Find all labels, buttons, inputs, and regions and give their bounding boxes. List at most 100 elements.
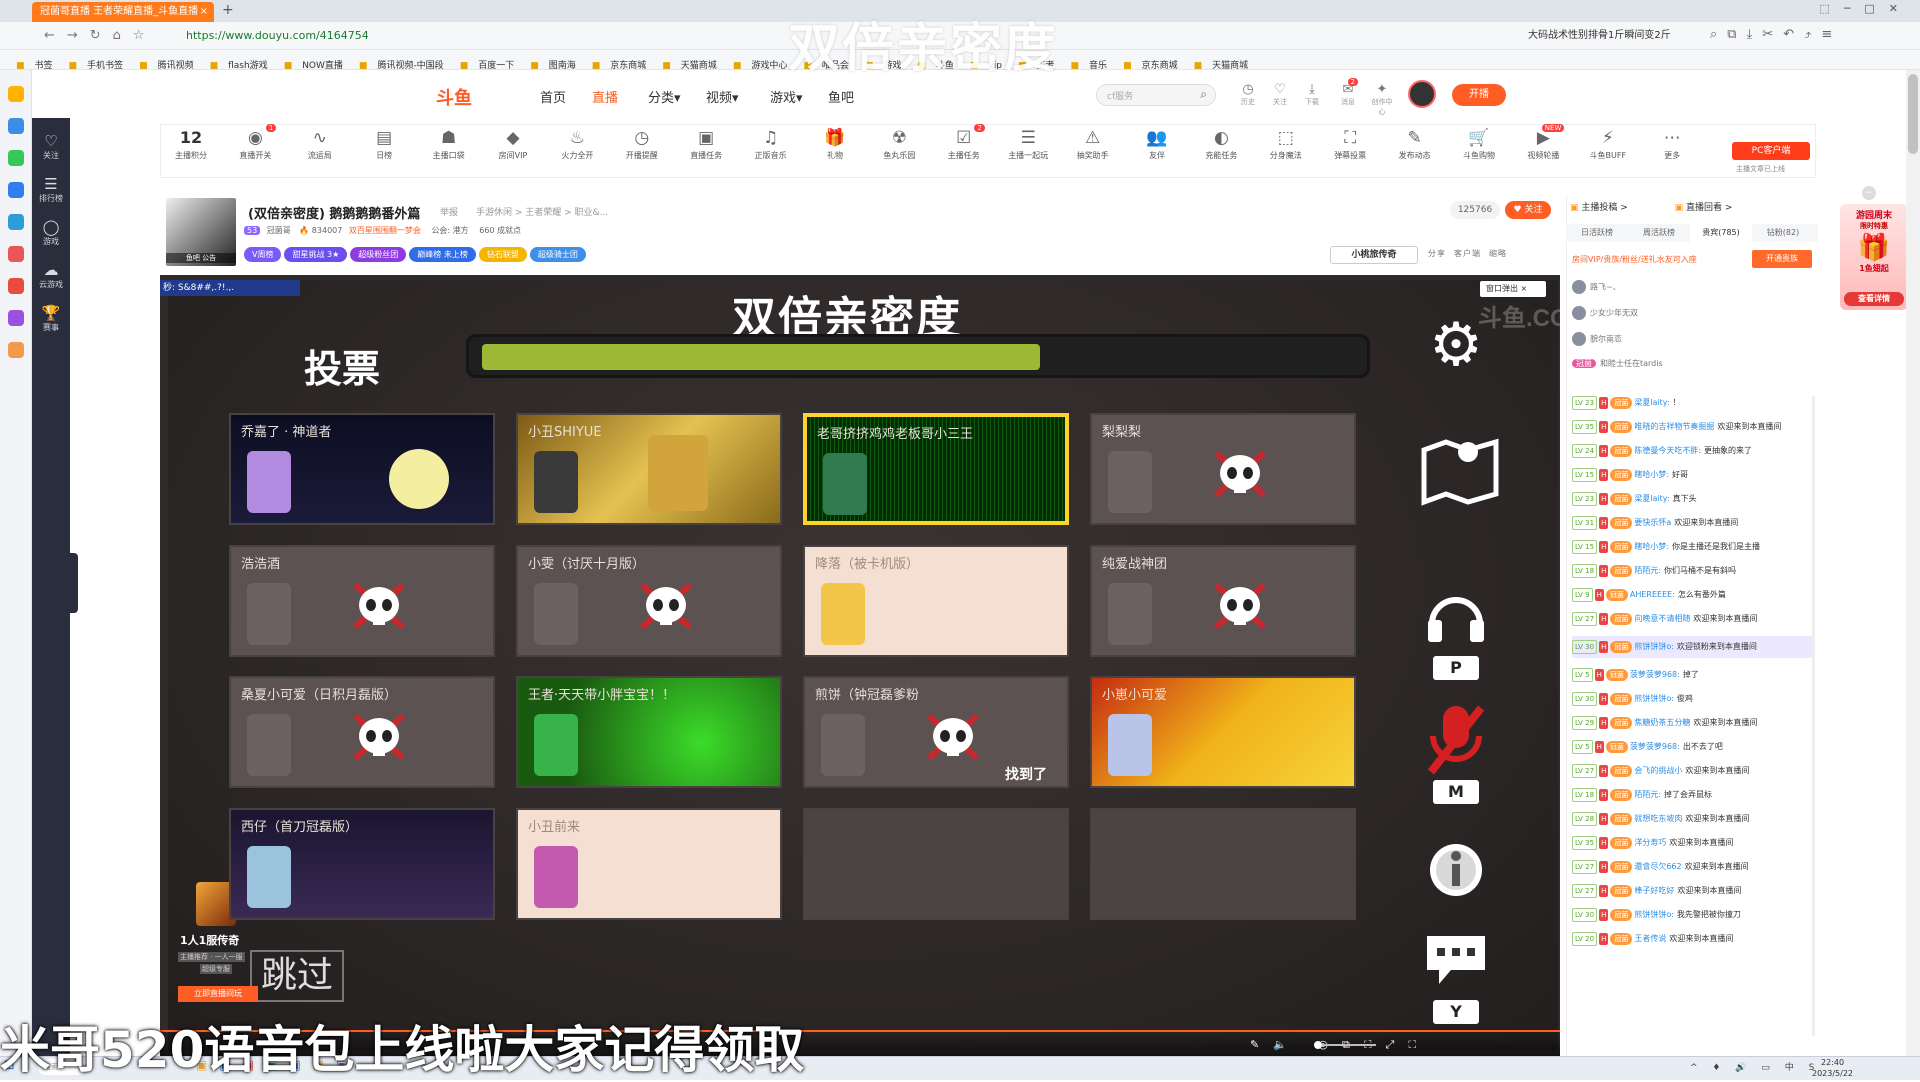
- toolbar-item-5[interactable]: ◆ 房间VIP: [484, 128, 542, 161]
- chat-username[interactable]: 王者传说: [1634, 934, 1666, 943]
- info-icon[interactable]: [1416, 840, 1496, 903]
- toolbar-item-3[interactable]: ▤ 日榜: [355, 128, 413, 161]
- chat-username[interactable]: 梁夏laity:: [1634, 494, 1669, 503]
- nav-item-2[interactable]: 分类▾: [648, 87, 681, 106]
- header-icon-1[interactable]: ♡ 关注: [1268, 82, 1292, 107]
- toolbar-item-20[interactable]: 🛒 斗鱼购物: [1450, 128, 1508, 161]
- volume-knob[interactable]: [1314, 1041, 1322, 1049]
- chat-scrollbar[interactable]: [1812, 396, 1815, 1036]
- settings-gear-icon[interactable]: ⚙: [1416, 310, 1496, 380]
- anchor-upload-link[interactable]: 主播投稿 >: [1581, 203, 1627, 213]
- ad-detail-button[interactable]: 查看详情: [1844, 292, 1904, 306]
- chat-username[interactable]: 陌陌元:: [1634, 566, 1661, 575]
- toolbar-item-6[interactable]: ♨ 火力全开: [548, 128, 606, 161]
- toolbar-item-2[interactable]: ∿ 流运局: [291, 128, 349, 161]
- chat-username[interactable]: 瞎哈小梦:: [1634, 542, 1669, 551]
- open-noble-button[interactable]: 开通贵族: [1752, 250, 1812, 268]
- player-card-12[interactable]: 西仔（首刀冠磊版）: [229, 808, 495, 920]
- headphones-icon[interactable]: [1416, 584, 1496, 647]
- toolbar-item-21[interactable]: ▶ 视频轮播 NEW: [1514, 124, 1572, 161]
- bookmark-item[interactable]: ■ 腾讯视频: [131, 54, 194, 69]
- player-card-3[interactable]: 梨梨梨: [1090, 413, 1356, 525]
- player-card-7[interactable]: 纯爱战神团: [1090, 545, 1356, 657]
- room-tag-2[interactable]: 超级粉丝团: [350, 247, 407, 262]
- nav-item-0[interactable]: 首页: [540, 87, 566, 106]
- ime-indicator[interactable]: 中: [1785, 1063, 1800, 1073]
- room-tag-5[interactable]: 超级骑士团: [529, 247, 586, 262]
- open-live-button[interactable]: 开播: [1452, 84, 1506, 106]
- toolbar-item-18[interactable]: ⛶ 弹幕投票: [1321, 128, 1379, 161]
- site-logo[interactable]: 斗鱼: [436, 84, 472, 110]
- chat-username[interactable]: 煎饼饼饼o:: [1634, 694, 1674, 703]
- browser-tab[interactable]: 冠菌哥直播 王者荣耀直播_斗鱼直播 ×: [32, 2, 214, 22]
- vip-row[interactable]: 貌尔南恋: [1572, 332, 1812, 358]
- app-icon[interactable]: [8, 118, 24, 134]
- player-card-9[interactable]: 王者·天天带小胖宝宝！！: [516, 676, 782, 788]
- search-input[interactable]: cf服务 ⌕: [1096, 84, 1216, 106]
- player-card-6[interactable]: 降落（被卡机版）: [803, 545, 1069, 657]
- game-promo-badge[interactable]: 小桃旅传奇: [1330, 246, 1418, 264]
- chat-username[interactable]: 就想吃东坡肉: [1634, 814, 1682, 823]
- favorite-icon[interactable]: [8, 86, 24, 102]
- chat-username[interactable]: 洋分寿巧: [1634, 838, 1666, 847]
- room-action-1[interactable]: 客户端: [1454, 249, 1481, 258]
- app-icon[interactable]: [8, 214, 24, 230]
- browser-nav-buttons[interactable]: ←→↻⌂☆: [44, 28, 157, 43]
- toolbar-item-0[interactable]: 12 主播积分: [162, 128, 220, 161]
- room-action-0[interactable]: 分享: [1428, 249, 1446, 258]
- room-tag-1[interactable]: 甜星挑战 3★: [284, 247, 348, 262]
- mic-muted-icon[interactable]: [1416, 700, 1496, 783]
- page-scrollbar-thumb[interactable]: [1908, 74, 1918, 154]
- nav-item-4[interactable]: 游戏▾: [770, 87, 803, 106]
- header-icon-0[interactable]: ◷ 历史: [1236, 82, 1260, 107]
- report-link[interactable]: 举报: [440, 205, 458, 218]
- system-tray[interactable]: ^ ♦ 🔊 ▭ 中 S: [1690, 1060, 1820, 1073]
- nav-item-1[interactable]: 直播: [592, 87, 618, 106]
- new-tab-button[interactable]: +: [222, 2, 234, 18]
- sidebar-item-1[interactable]: ☰ 排行榜: [32, 161, 70, 204]
- sidebar-item-3[interactable]: ☁ 云游戏: [32, 247, 70, 290]
- header-icon-4[interactable]: ✦ 创作中心: [1370, 82, 1394, 117]
- bookmark-item[interactable]: ■ flash游戏: [202, 54, 268, 69]
- toolbar-item-9[interactable]: ♫ 正版音乐: [742, 128, 800, 161]
- taskbar-clock[interactable]: 22:40 2023/5/22: [1812, 1057, 1853, 1079]
- toolbar-item-23[interactable]: ⋯ 更多: [1643, 128, 1701, 161]
- chat-username[interactable]: 菠萝菠萝968:: [1630, 670, 1680, 679]
- nav-item-5[interactable]: 鱼吧: [828, 87, 854, 106]
- chat-username[interactable]: 唯晓的吉祥物节奏掘掘: [1634, 422, 1714, 431]
- toolbar-item-8[interactable]: ▣ 直播任务: [677, 128, 735, 161]
- toolbar-item-1[interactable]: ◉ 直播开关 1: [226, 124, 284, 161]
- player-card-13[interactable]: 小丑前来: [516, 808, 782, 920]
- chat-username[interactable]: 陌陌元:: [1634, 790, 1661, 799]
- toolbar-item-11[interactable]: ☢ 鱼丸乐园: [870, 128, 928, 161]
- bookmark-item[interactable]: ■ 天猫商城: [654, 54, 717, 69]
- header-icon-3[interactable]: ✉ 消息 2: [1336, 78, 1360, 107]
- bookmark-item[interactable]: ■ 游戏中心: [725, 54, 788, 69]
- bookmark-item[interactable]: ■ 音乐: [1063, 54, 1108, 69]
- chat-username[interactable]: 棒子好吃好: [1634, 886, 1674, 895]
- toolbar-item-17[interactable]: ⬚ 分身魔法: [1257, 128, 1315, 161]
- chat-username[interactable]: 向晚意不请相随: [1634, 614, 1690, 623]
- browser-toolbar-icons[interactable]: ⌕⧉⤓✂↶⤴≡: [1710, 27, 1842, 42]
- replay-link[interactable]: 直播回看 >: [1686, 203, 1732, 213]
- chat-username[interactable]: 陈德曼今天吃不胖:: [1634, 446, 1701, 455]
- toolbar-item-16[interactable]: ◐ 充能任务: [1192, 128, 1250, 161]
- player-card-11[interactable]: 小崽小可爱: [1090, 676, 1356, 788]
- player-card-5[interactable]: 小雯（讨厌十月版）: [516, 545, 782, 657]
- chat-tab-0[interactable]: 日活跃榜: [1566, 224, 1628, 242]
- skip-vote-button[interactable]: 跳过: [250, 950, 344, 1002]
- toolbar-item-15[interactable]: 👥 友伴: [1128, 128, 1186, 161]
- chat-username[interactable]: 梁夏laity:: [1634, 398, 1669, 407]
- close-icon[interactable]: −: [1862, 186, 1876, 200]
- bookmark-item[interactable]: ■ 天猫商城: [1186, 54, 1249, 69]
- bookmark-item[interactable]: ■ 图南海: [522, 54, 576, 69]
- chat-username[interactable]: 菠萝菠萝968:: [1630, 742, 1680, 751]
- map-icon[interactable]: [1416, 430, 1499, 509]
- anchor-name[interactable]: 冠菌哥: [267, 226, 291, 235]
- toolbar-item-7[interactable]: ◷ 开播提醒: [613, 128, 671, 161]
- room-category[interactable]: 手游休闲 > 王者荣耀 > 职业&...: [476, 205, 608, 218]
- chat-username[interactable]: 煎饼饼饼o:: [1634, 910, 1674, 919]
- bookmark-item[interactable]: ■ 书签: [8, 54, 53, 69]
- promo-play-button[interactable]: 立即直播间玩: [178, 986, 258, 1002]
- bookmark-item[interactable]: ■ 手机书签: [61, 54, 124, 69]
